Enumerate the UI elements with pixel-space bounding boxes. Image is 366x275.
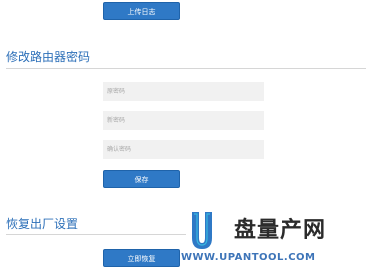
save-button[interactable]: 保存 xyxy=(103,170,180,188)
watermark-brand-text: 盘量产网 xyxy=(234,218,327,243)
factory-reset-title: 恢复出厂设置 xyxy=(6,217,79,231)
upantool-logo-icon xyxy=(192,212,212,249)
divider xyxy=(6,68,366,69)
new-password-input[interactable]: 新密码 xyxy=(103,111,264,130)
divider xyxy=(6,234,186,235)
change-password-title: 修改路由器密码 xyxy=(6,50,91,64)
reset-now-button[interactable]: 立即恢复 xyxy=(103,249,180,267)
upload-log-button[interactable]: 上传日志 xyxy=(103,2,180,20)
old-password-input[interactable]: 原密码 xyxy=(103,82,264,101)
confirm-password-input[interactable]: 确认密码 xyxy=(103,140,264,159)
watermark-url: WWW.UPANTOOL.COM xyxy=(181,252,316,263)
